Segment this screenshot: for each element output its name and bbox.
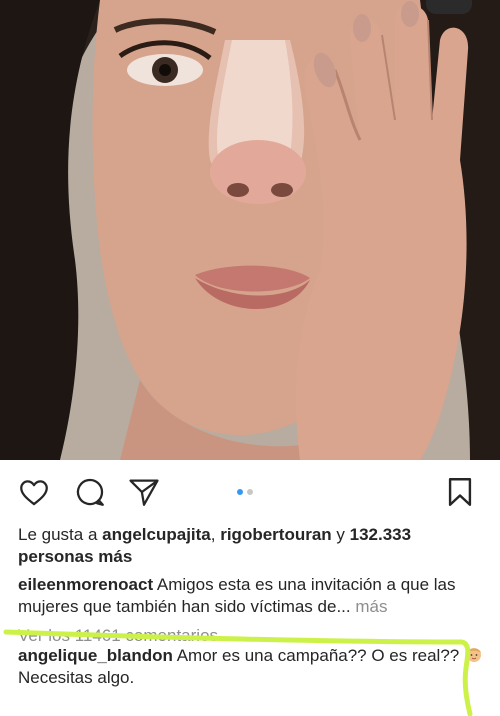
instagram-post: Le gusta a angelcupajita, rigobertouran … xyxy=(0,0,500,716)
caption-ellipsis: ... xyxy=(336,597,351,616)
comment-item: angelique_blandon Amor es una campaña?? … xyxy=(18,644,486,689)
comment-text-2: Necesitas algo. xyxy=(18,668,135,687)
likes-count[interactable]: 132.333 xyxy=(350,525,411,544)
liker-username[interactable]: angelcupajita xyxy=(102,525,211,544)
likes-separator: , xyxy=(210,525,221,544)
paper-plane-icon[interactable] xyxy=(126,474,162,510)
carousel-indicator xyxy=(237,489,253,495)
likes-prefix: Le gusta a xyxy=(18,525,103,544)
carousel-dot-active xyxy=(237,489,243,495)
comment-text: Amor es una campaña?? O es real?? xyxy=(172,646,464,665)
post-photo[interactable] xyxy=(0,0,500,460)
caption-username[interactable]: eileenmorenoact xyxy=(18,575,153,594)
bookmark-icon[interactable] xyxy=(442,474,478,510)
commenter-username[interactable]: angelique_blandon xyxy=(18,646,173,665)
comment-icon[interactable] xyxy=(72,474,108,510)
action-bar xyxy=(0,466,500,516)
carousel-dot xyxy=(247,489,253,495)
liker-username[interactable]: rigobertouran xyxy=(220,525,331,544)
baby-emoji-icon xyxy=(464,644,484,664)
photo-top-overlay xyxy=(426,0,472,14)
view-all-comments-link[interactable]: Ver los 11461 comentarios xyxy=(18,622,486,642)
post-caption: eileenmorenoact Amigos esta es una invit… xyxy=(18,574,486,618)
likes-summary[interactable]: Le gusta a angelcupajita, rigobertouran … xyxy=(18,524,486,568)
likes-suffix[interactable]: personas más xyxy=(18,547,132,566)
likes-and: y xyxy=(331,525,350,544)
heart-icon[interactable] xyxy=(16,474,52,510)
more-link[interactable]: más xyxy=(351,597,387,616)
post-details: Le gusta a angelcupajita, rigobertouran … xyxy=(18,524,486,689)
